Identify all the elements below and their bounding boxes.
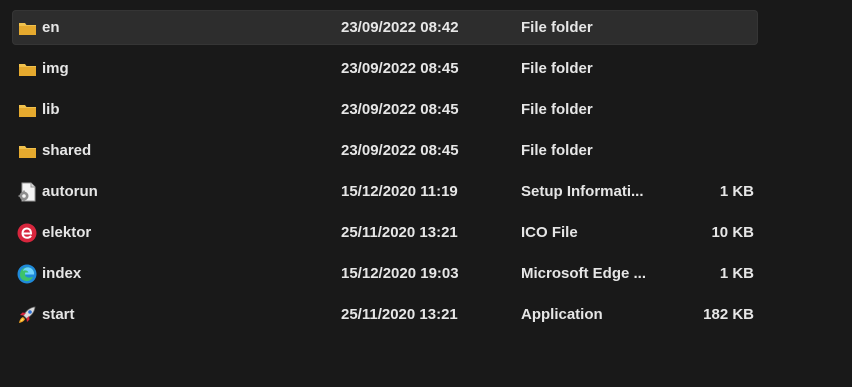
file-name: index (42, 265, 82, 282)
setup-info-icon (17, 174, 37, 209)
folder-icon (17, 133, 37, 168)
file-name: elektor (42, 224, 92, 241)
file-date-modified: 25/11/2020 13:21 (341, 224, 458, 241)
folder-icon (17, 92, 37, 127)
file-type: File folder (521, 19, 593, 36)
file-type: Microsoft Edge ... (521, 265, 647, 282)
file-date-modified: 23/09/2022 08:45 (341, 101, 459, 118)
folder-icon (17, 51, 37, 86)
application-icon (17, 297, 37, 332)
file-type: Setup Informati... (521, 183, 644, 200)
file-row-start[interactable]: start 25/11/2020 13:21 Application 182 K… (12, 297, 758, 332)
file-type: Application (521, 306, 603, 323)
file-type: File folder (521, 101, 593, 118)
file-list: en 23/09/2022 08:42 File folder img 23/0… (12, 10, 758, 338)
file-name: en (42, 19, 60, 36)
file-row-elektor[interactable]: elektor 25/11/2020 13:21 ICO File 10 KB (12, 215, 758, 250)
file-type: File folder (521, 60, 593, 77)
file-date-modified: 23/09/2022 08:45 (341, 142, 459, 159)
file-row-lib[interactable]: lib 23/09/2022 08:45 File folder (12, 92, 758, 127)
folder-icon (17, 10, 37, 45)
file-size: 182 KB (703, 306, 754, 323)
file-row-shared[interactable]: shared 23/09/2022 08:45 File folder (12, 133, 758, 168)
edge-icon (17, 256, 37, 291)
file-row-index[interactable]: index 15/12/2020 19:03 Microsoft Edge ..… (12, 256, 758, 291)
file-name: autorun (42, 183, 98, 200)
file-date-modified: 23/09/2022 08:42 (341, 19, 459, 36)
file-size: 10 KB (711, 224, 754, 241)
elektor-logo-icon (17, 215, 37, 250)
file-date-modified: 15/12/2020 19:03 (341, 265, 459, 282)
file-date-modified: 23/09/2022 08:45 (341, 60, 459, 77)
file-name: start (42, 306, 75, 323)
file-size: 1 KB (719, 183, 754, 200)
file-type: File folder (521, 142, 593, 159)
file-row-img[interactable]: img 23/09/2022 08:45 File folder (12, 51, 758, 86)
file-date-modified: 15/12/2020 11:19 (341, 183, 458, 200)
file-row-en[interactable]: en 23/09/2022 08:42 File folder (12, 10, 758, 45)
file-date-modified: 25/11/2020 13:21 (341, 306, 458, 323)
file-name: img (42, 60, 69, 77)
file-name: shared (42, 142, 92, 159)
file-type: ICO File (521, 224, 578, 241)
file-name: lib (42, 101, 60, 118)
file-row-autorun[interactable]: autorun 15/12/2020 11:19 Setup Informati… (12, 174, 758, 209)
file-size: 1 KB (719, 265, 754, 282)
